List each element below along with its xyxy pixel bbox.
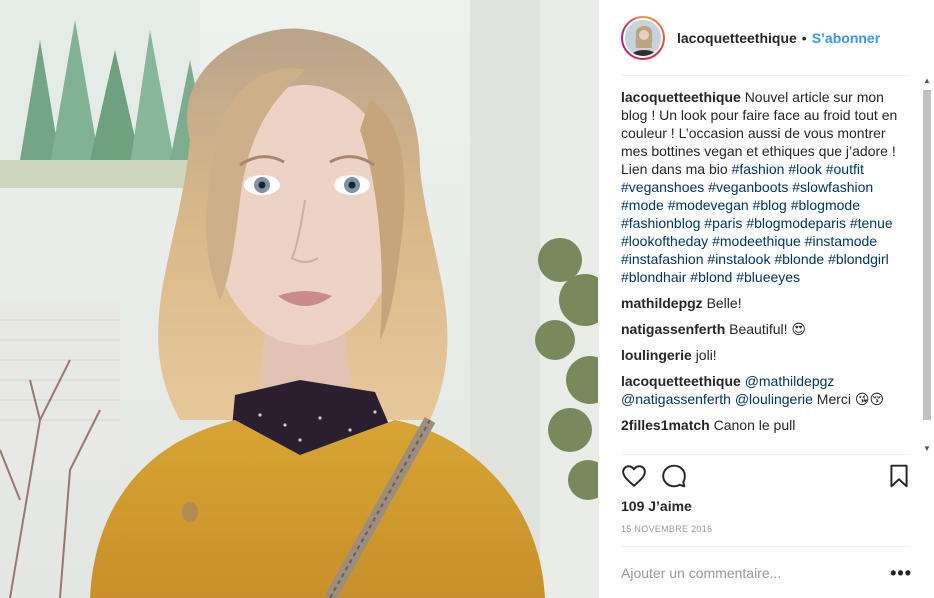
add-comment-bar: ••• bbox=[621, 558, 912, 588]
comment-text: Beautiful! 😍 bbox=[729, 321, 806, 337]
hashtag-link[interactable]: #instalook bbox=[707, 251, 770, 267]
hashtag-link[interactable]: #blogmodeparis bbox=[746, 215, 846, 231]
comment: loulingerie joli! bbox=[621, 346, 911, 364]
comment: natigassenferth Beautiful! 😍 bbox=[621, 320, 911, 338]
hashtag-link[interactable]: #blueeyes bbox=[736, 269, 800, 285]
caption-hashtags: #fashion #look #outfit #veganshoes #vega… bbox=[621, 161, 893, 285]
comment-text: joli! bbox=[695, 347, 717, 363]
comment-username[interactable]: loulingerie bbox=[621, 347, 692, 363]
hashtag-link[interactable]: #blogmode bbox=[791, 197, 860, 213]
actions-divider bbox=[621, 454, 910, 455]
comment-mention[interactable]: @mathildepgz bbox=[745, 373, 835, 389]
hashtag-link[interactable]: #lookoftheday bbox=[621, 233, 708, 249]
hashtag-link[interactable]: #blondgirl bbox=[828, 251, 889, 267]
action-bar bbox=[621, 462, 912, 490]
post-date[interactable]: 15 NOVEMBRE 2016 bbox=[621, 524, 712, 534]
header-username[interactable]: lacoquetteethique bbox=[677, 30, 797, 46]
comment: mathildepgz Belle! bbox=[621, 294, 911, 312]
hashtag-link[interactable]: #blondhair bbox=[621, 269, 686, 285]
more-options-icon[interactable]: ••• bbox=[890, 563, 912, 584]
caption-username[interactable]: lacoquetteethique bbox=[621, 89, 741, 105]
comments-list[interactable]: lacoquetteethique Nouvel article sur mon… bbox=[621, 88, 911, 453]
hashtag-link[interactable]: #mode bbox=[621, 197, 664, 213]
comment-mention[interactable]: @natigassenferth bbox=[621, 391, 731, 407]
instagram-post: lacoquetteethique • S’abonner lacoquette… bbox=[0, 0, 934, 598]
comment-divider bbox=[621, 546, 910, 547]
comments-scrollbar[interactable]: ▲ ▼ bbox=[922, 76, 932, 454]
hashtag-link[interactable]: #tenue bbox=[850, 215, 893, 231]
comment-text: Merci 😘😚 bbox=[816, 391, 885, 407]
comment-text: Canon le pull bbox=[713, 417, 796, 433]
hashtag-link[interactable]: #blog bbox=[753, 197, 787, 213]
hashtag-link[interactable]: #blond bbox=[690, 269, 732, 285]
portrait-photo-illustration bbox=[0, 0, 598, 598]
post-sidebar: lacoquetteethique • S’abonner lacoquette… bbox=[598, 0, 934, 598]
hashtag-link[interactable]: #outfit bbox=[826, 161, 864, 177]
bookmark-icon[interactable] bbox=[886, 463, 912, 489]
comment-username[interactable]: mathildepgz bbox=[621, 295, 703, 311]
story-ring[interactable] bbox=[621, 15, 665, 60]
hashtag-link[interactable]: #blonde bbox=[774, 251, 824, 267]
scrollbar-thumb[interactable] bbox=[923, 90, 931, 420]
hashtag-link[interactable]: #fashion bbox=[732, 161, 785, 177]
hashtag-link[interactable]: #look bbox=[788, 161, 821, 177]
scroll-down-arrow-icon[interactable]: ▼ bbox=[922, 444, 932, 454]
header-separator: • bbox=[801, 29, 807, 46]
follow-button[interactable]: S’abonner bbox=[812, 30, 880, 46]
hashtag-link[interactable]: #paris bbox=[704, 215, 742, 231]
header-divider bbox=[621, 75, 910, 76]
comment-username[interactable]: natigassenferth bbox=[621, 321, 725, 337]
likes-count[interactable]: 109 J’aime bbox=[621, 498, 692, 514]
hashtag-link[interactable]: #veganboots bbox=[708, 179, 788, 195]
comment-text: Belle! bbox=[706, 295, 742, 311]
avatar[interactable] bbox=[623, 17, 663, 58]
caption: lacoquetteethique Nouvel article sur mon… bbox=[621, 88, 911, 286]
comment: 2filles1match Canon le pull bbox=[621, 416, 911, 434]
post-photo[interactable] bbox=[0, 0, 598, 598]
comment: lacoquetteethique @mathildepgz @natigass… bbox=[621, 372, 911, 408]
heart-outline-icon[interactable] bbox=[621, 463, 647, 489]
comment-username[interactable]: lacoquetteethique bbox=[621, 373, 741, 389]
hashtag-link[interactable]: #fashionblog bbox=[621, 215, 700, 231]
hashtag-link[interactable]: #veganshoes bbox=[621, 179, 704, 195]
hashtag-link[interactable]: #modevegan bbox=[668, 197, 749, 213]
add-comment-input[interactable] bbox=[621, 565, 891, 581]
avatar-image bbox=[625, 19, 661, 56]
comment-username[interactable]: 2filles1match bbox=[621, 417, 710, 433]
hashtag-link[interactable]: #instamode bbox=[805, 233, 877, 249]
hashtag-link[interactable]: #instafashion bbox=[621, 251, 704, 267]
hashtag-link[interactable]: #slowfashion bbox=[792, 179, 873, 195]
comment-mention[interactable]: @loulingerie bbox=[735, 391, 813, 407]
hashtag-link[interactable]: #modeethique bbox=[712, 233, 801, 249]
speech-bubble-icon[interactable] bbox=[661, 463, 687, 489]
scroll-up-arrow-icon[interactable]: ▲ bbox=[922, 76, 932, 86]
post-header: lacoquetteethique • S’abonner bbox=[599, 0, 934, 75]
